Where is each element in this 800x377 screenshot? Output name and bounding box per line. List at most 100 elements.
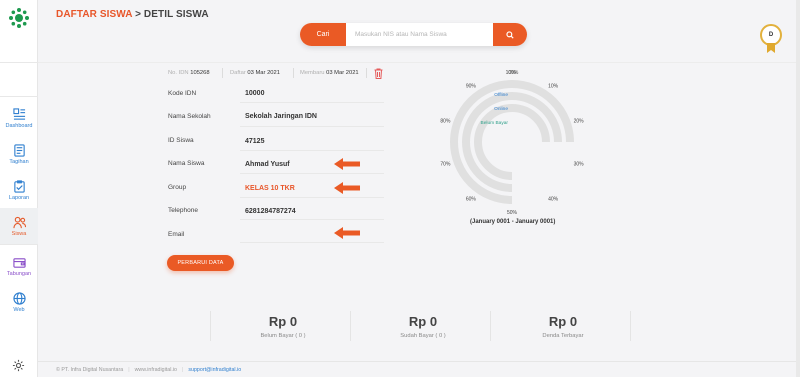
summary-sudah-bayar-label: Sudah Bayar ( 0 ) (400, 333, 446, 339)
user-avatar[interactable]: D (760, 24, 782, 46)
footer-copyright: © PT. Infra Digital Nusantara (56, 367, 124, 373)
field-divider (240, 150, 384, 151)
chart-tick-label: 90% (466, 83, 477, 89)
arrow-left-icon (334, 182, 360, 194)
meta-idn: No. IDN 105268 (168, 70, 210, 76)
chart-tick-label: 40% (548, 197, 559, 203)
sidebar-item-web[interactable]: Web (0, 284, 38, 320)
sidebar-item-dashboard[interactable]: Dashboard (0, 100, 38, 136)
summary-divider (210, 311, 211, 341)
field-label-group: Group (168, 184, 187, 191)
breadcrumb-link-daftar-siswa[interactable]: DAFTAR SISWA (56, 9, 132, 20)
chart-tick-label: 50% (507, 210, 518, 216)
chart-tick-label: 30% (574, 162, 585, 168)
meta-membaru: Membaru 03 Mar 2021 (300, 70, 359, 76)
chart-tick-label: 80% (440, 118, 451, 124)
report-icon (13, 179, 25, 193)
chart-legend-label: Belum Bayar (481, 120, 509, 126)
header-divider (38, 62, 800, 63)
summary-belum-bayar-label: Belum Bayar ( 0 ) (260, 333, 306, 339)
arrow-left-icon (334, 158, 360, 170)
sidebar-item-label: Web (13, 306, 25, 313)
field-label-email: Email (168, 231, 185, 238)
footer: © PT. Infra Digital Nusantara | www.infrad… (56, 367, 242, 373)
sidebar: Dashboard Tagihan Laporan Siswa Tabungan… (0, 0, 38, 377)
field-value-id-siswa: 47125 (245, 138, 265, 145)
delete-trash-icon[interactable] (374, 68, 383, 79)
breadcrumb: DAFTAR SISWA > DETIL SISWA (56, 9, 209, 20)
meta-separator (366, 68, 367, 78)
avatar-badge-ribbon (767, 43, 775, 53)
meta-daftar-label: Daftar (230, 70, 246, 76)
footer-divider (38, 361, 800, 362)
savings-icon (12, 257, 26, 268)
sidebar-item-siswa[interactable]: Siswa (0, 208, 38, 244)
settings-gear-icon[interactable] (12, 359, 25, 372)
field-label-id-siswa: ID Siswa (168, 137, 194, 144)
meta-daftar: Daftar 03 Mar 2021 (230, 70, 280, 76)
field-divider (240, 219, 384, 220)
meta-daftar-value: 03 Mar 2021 (247, 70, 280, 76)
search-button[interactable] (493, 23, 527, 46)
breadcrumb-current: DETIL SISWA (143, 9, 209, 20)
chart-tick-label: 70% (440, 162, 451, 168)
sidebar-item-label: Tabungan (6, 270, 32, 277)
scrollbar[interactable] (796, 0, 800, 377)
dashboard-icon (12, 107, 25, 120)
field-divider (240, 126, 384, 127)
search-bar: Cari (300, 23, 527, 46)
chart-arc-belum-bayar (474, 104, 550, 180)
field-value-telephone: 6281284787274 (245, 208, 296, 215)
meta-idn-label: No. IDN (168, 70, 189, 76)
field-label-telephone: Telephone (168, 207, 198, 214)
meta-idn-value: 105268 (190, 70, 210, 76)
field-divider (240, 102, 384, 103)
bill-icon (13, 143, 25, 157)
globe-icon (12, 291, 26, 305)
field-divider (240, 173, 384, 174)
field-label-nama-siswa: Nama Siswa (168, 160, 205, 167)
field-divider (240, 197, 384, 198)
sidebar-item-label: Siswa (11, 230, 27, 237)
update-data-button[interactable]: PERBARUI DATA (167, 255, 234, 271)
summary-denda-amount: Rp 0 (548, 314, 578, 329)
chart-date-range: (January 0001 - January 0001) (470, 219, 556, 225)
breadcrumb-separator: > (132, 9, 144, 20)
chart-tick-label: 60% (466, 197, 477, 203)
footer-email-link[interactable]: support@infradigital.io (188, 367, 241, 373)
chart-legend-label: Offline (494, 92, 508, 98)
meta-separator (222, 68, 223, 78)
field-label-nama-sekolah: Nama Sekolah (168, 113, 211, 120)
arrow-left-icon (334, 227, 360, 239)
sidebar-item-tagihan[interactable]: Tagihan (0, 136, 38, 172)
field-value-nama-siswa[interactable]: Ahmad Yusuf (245, 161, 290, 168)
sidebar-divider (0, 244, 38, 245)
chart-arc-offline (450, 80, 574, 204)
search-category-button[interactable]: Cari (300, 23, 346, 46)
summary-denda-label: Denda Terbayar (542, 333, 584, 339)
search-icon (506, 30, 514, 39)
chart-tick-label: 20% (574, 118, 585, 124)
meta-separator (293, 68, 294, 78)
sidebar-item-tabungan[interactable]: Tabungan (0, 248, 38, 284)
payment-radial-chart: OfflineOnlineBelum Bayar0%10%20%30%40%50… (440, 70, 585, 216)
summary-sudah-bayar-amount: Rp 0 (408, 314, 438, 329)
chart-tick-label: 10% (548, 83, 559, 89)
meta-membaru-label: Membaru (300, 70, 325, 76)
chart-tick-label: 100% (506, 70, 519, 76)
meta-membaru-value: 03 Mar 2021 (326, 70, 359, 76)
sidebar-item-laporan[interactable]: Laporan (0, 172, 38, 208)
students-icon (12, 216, 26, 228)
chart-legend-label: Online (494, 106, 508, 112)
field-value-group[interactable]: KELAS 10 TKR (245, 185, 295, 192)
sidebar-divider (0, 96, 38, 97)
sidebar-item-label: Laporan (8, 194, 30, 201)
footer-website-link[interactable]: www.infradigital.io (135, 367, 177, 373)
search-input[interactable] (346, 23, 493, 46)
app-logo-icon[interactable] (8, 7, 30, 29)
sidebar-divider (0, 62, 38, 63)
field-divider (240, 242, 384, 243)
field-label-kode-idn: Kode IDN (168, 90, 197, 97)
field-value-kode-idn: 10000 (245, 90, 265, 97)
summary-belum-bayar-amount: Rp 0 (268, 314, 298, 329)
